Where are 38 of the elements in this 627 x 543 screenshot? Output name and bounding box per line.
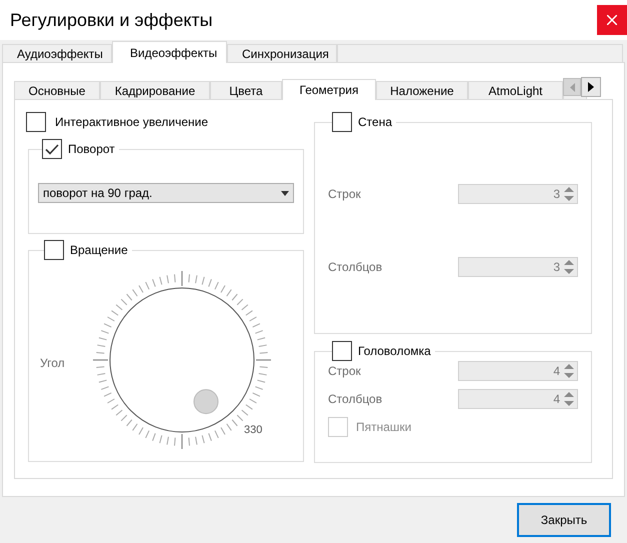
group-label: Вращение	[70, 242, 128, 259]
group-label: Головоломка	[358, 343, 431, 360]
dropdown[interactable]: поворот на 90 град.	[38, 183, 294, 203]
scroll-right-button[interactable]	[581, 77, 601, 97]
checkbox-label: Пятнашки	[356, 419, 412, 436]
checkbox[interactable]	[332, 112, 352, 132]
subtab[interactable]: Цвета	[210, 81, 282, 99]
right-arrow-icon	[588, 82, 594, 92]
close-button[interactable]	[597, 5, 627, 35]
close-dialog-button[interactable]: Закрыть	[517, 503, 611, 537]
group-label: Поворот	[68, 141, 115, 158]
checkbox-label: Интерактивное увеличение	[55, 114, 208, 131]
window-title: Регулировки и эффекты	[10, 8, 213, 32]
angle-label: Угол	[40, 355, 66, 372]
check-icon	[45, 144, 59, 154]
group-label: Стена	[358, 114, 392, 131]
field-label: Строк	[328, 186, 361, 203]
subtab[interactable]: Основные	[14, 81, 100, 99]
tab[interactable]: Аудиоэффекты	[2, 44, 112, 62]
checkbox[interactable]	[44, 240, 64, 260]
checkbox[interactable]	[26, 112, 46, 132]
tab[interactable]: Видеоэффекты	[112, 41, 227, 63]
left-arrow-icon	[570, 82, 574, 92]
dropdown-arrow-icon	[281, 190, 289, 196]
checkbox[interactable]	[332, 341, 352, 361]
field-label: Строк	[328, 363, 361, 380]
subtab[interactable]: Наложение	[376, 81, 468, 99]
dial-knob[interactable]	[194, 389, 218, 414]
tab[interactable]: Синхронизация	[227, 44, 337, 62]
angle-value: 330	[244, 424, 262, 436]
dropdown-value: поворот на 90 град.	[43, 185, 152, 202]
close-icon	[607, 15, 617, 25]
field-label: Столбцов	[328, 391, 382, 408]
field-label: Столбцов	[328, 259, 382, 276]
subtab[interactable]: AtmoLight	[468, 81, 563, 99]
subtab[interactable]: Геометрия	[282, 79, 376, 100]
subtab[interactable]: Кадрирование	[100, 81, 210, 99]
checkbox[interactable]	[42, 139, 62, 159]
